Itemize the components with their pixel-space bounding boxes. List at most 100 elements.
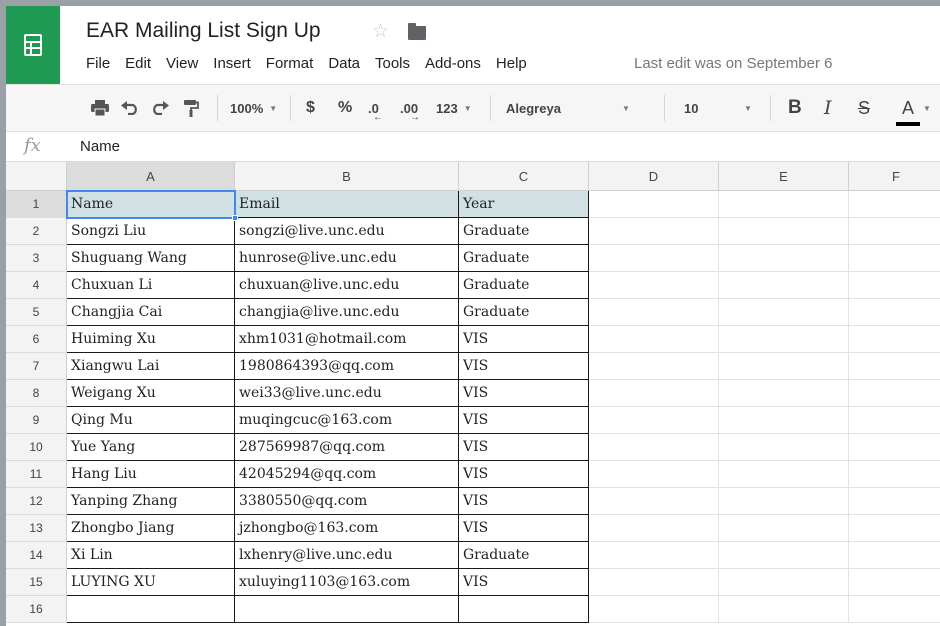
cell-a9[interactable]: Qing Mu bbox=[67, 407, 235, 434]
cell-f4[interactable] bbox=[849, 272, 940, 299]
cell-e12[interactable] bbox=[719, 488, 849, 515]
decrease-decimal-button[interactable]: .0 ← bbox=[368, 85, 383, 131]
column-header-c[interactable]: C bbox=[459, 162, 589, 191]
cell-c9[interactable]: VIS bbox=[459, 407, 589, 434]
cell-a10[interactable]: Yue Yang bbox=[67, 434, 235, 461]
cell-e2[interactable] bbox=[719, 218, 849, 245]
cell-f6[interactable] bbox=[849, 326, 940, 353]
cell-b5[interactable]: changjia@live.unc.edu bbox=[235, 299, 459, 326]
cell-e11[interactable] bbox=[719, 461, 849, 488]
cell-b13[interactable]: jzhongbo@163.com bbox=[235, 515, 459, 542]
currency-format-button[interactable]: $ bbox=[306, 85, 315, 131]
cell-f1[interactable] bbox=[849, 191, 940, 218]
cell-e10[interactable] bbox=[719, 434, 849, 461]
row-header-3[interactable]: 3 bbox=[6, 245, 67, 272]
cell-d11[interactable] bbox=[589, 461, 719, 488]
cell-a13[interactable]: Zhongbo Jiang bbox=[67, 515, 235, 542]
print-icon[interactable] bbox=[90, 85, 110, 131]
cell-a4[interactable]: Chuxuan Li bbox=[67, 272, 235, 299]
row-header-13[interactable]: 13 bbox=[6, 515, 67, 542]
cell-d14[interactable] bbox=[589, 542, 719, 569]
formula-input[interactable]: Name bbox=[80, 138, 120, 155]
cell-e6[interactable] bbox=[719, 326, 849, 353]
document-title[interactable]: EAR Mailing List Sign Up bbox=[86, 19, 321, 43]
row-header-6[interactable]: 6 bbox=[6, 326, 67, 353]
cell-d3[interactable] bbox=[589, 245, 719, 272]
cell-b2[interactable]: songzi@live.unc.edu bbox=[235, 218, 459, 245]
row-header-5[interactable]: 5 bbox=[6, 299, 67, 326]
row-header-15[interactable]: 15 bbox=[6, 569, 67, 596]
cell-e7[interactable] bbox=[719, 353, 849, 380]
cell-d16[interactable] bbox=[589, 596, 719, 623]
cell-a16[interactable] bbox=[67, 596, 235, 623]
menu-file[interactable]: File bbox=[86, 55, 110, 75]
cell-b16[interactable] bbox=[235, 596, 459, 623]
cell-e8[interactable] bbox=[719, 380, 849, 407]
menu-tools[interactable]: Tools bbox=[375, 55, 410, 75]
cell-f11[interactable] bbox=[849, 461, 940, 488]
cell-a15[interactable]: LUYING XU bbox=[67, 569, 235, 596]
font-family-select[interactable]: Alegreya ▼ bbox=[506, 85, 646, 131]
cell-e9[interactable] bbox=[719, 407, 849, 434]
cell-f14[interactable] bbox=[849, 542, 940, 569]
menu-data[interactable]: Data bbox=[328, 55, 360, 75]
cell-d9[interactable] bbox=[589, 407, 719, 434]
fill-handle[interactable] bbox=[232, 215, 238, 221]
row-header-4[interactable]: 4 bbox=[6, 272, 67, 299]
cell-f3[interactable] bbox=[849, 245, 940, 272]
cell-f7[interactable] bbox=[849, 353, 940, 380]
cell-b9[interactable]: muqingcuc@163.com bbox=[235, 407, 459, 434]
italic-button[interactable]: I bbox=[824, 85, 832, 131]
menu-insert[interactable]: Insert bbox=[213, 55, 251, 75]
cell-b3[interactable]: hunrose@live.unc.edu bbox=[235, 245, 459, 272]
cell-d7[interactable] bbox=[589, 353, 719, 380]
cell-c2[interactable]: Graduate bbox=[459, 218, 589, 245]
undo-icon[interactable] bbox=[120, 85, 140, 131]
cell-a12[interactable]: Yanping Zhang bbox=[67, 488, 235, 515]
folder-icon[interactable] bbox=[408, 23, 426, 40]
redo-icon[interactable] bbox=[150, 85, 170, 131]
cell-e5[interactable] bbox=[719, 299, 849, 326]
cell-d15[interactable] bbox=[589, 569, 719, 596]
cell-a1[interactable]: Name bbox=[67, 191, 235, 218]
cell-f8[interactable] bbox=[849, 380, 940, 407]
cell-b15[interactable]: xuluying1103@163.com bbox=[235, 569, 459, 596]
row-header-7[interactable]: 7 bbox=[6, 353, 67, 380]
paint-format-icon[interactable] bbox=[182, 85, 200, 131]
cell-c13[interactable]: VIS bbox=[459, 515, 589, 542]
row-header-16[interactable]: 16 bbox=[6, 596, 67, 623]
last-edit-status[interactable]: Last edit was on September 6 bbox=[634, 55, 832, 72]
cell-d5[interactable] bbox=[589, 299, 719, 326]
cell-c8[interactable]: VIS bbox=[459, 380, 589, 407]
more-formats-select[interactable]: 123 ▼ bbox=[436, 85, 472, 131]
cell-d13[interactable] bbox=[589, 515, 719, 542]
increase-decimal-button[interactable]: .00 → bbox=[400, 85, 420, 131]
cell-b12[interactable]: 3380550@qq.com bbox=[235, 488, 459, 515]
cell-c11[interactable]: VIS bbox=[459, 461, 589, 488]
cell-f15[interactable] bbox=[849, 569, 940, 596]
cell-a8[interactable]: Weigang Xu bbox=[67, 380, 235, 407]
cell-c4[interactable]: Graduate bbox=[459, 272, 589, 299]
row-header-10[interactable]: 10 bbox=[6, 434, 67, 461]
cell-a3[interactable]: Shuguang Wang bbox=[67, 245, 235, 272]
cell-e16[interactable] bbox=[719, 596, 849, 623]
cell-a5[interactable]: Changjia Cai bbox=[67, 299, 235, 326]
cell-f12[interactable] bbox=[849, 488, 940, 515]
column-header-f[interactable]: F bbox=[849, 162, 940, 191]
cell-d4[interactable] bbox=[589, 272, 719, 299]
cell-d8[interactable] bbox=[589, 380, 719, 407]
cell-e14[interactable] bbox=[719, 542, 849, 569]
cell-c1[interactable]: Year bbox=[459, 191, 589, 218]
strikethrough-button[interactable]: S bbox=[858, 85, 870, 131]
cell-b11[interactable]: 42045294@qq.com bbox=[235, 461, 459, 488]
cell-a6[interactable]: Huiming Xu bbox=[67, 326, 235, 353]
cell-f16[interactable] bbox=[849, 596, 940, 623]
cell-b1[interactable]: Email bbox=[235, 191, 459, 218]
cell-c12[interactable]: VIS bbox=[459, 488, 589, 515]
cell-d12[interactable] bbox=[589, 488, 719, 515]
row-header-14[interactable]: 14 bbox=[6, 542, 67, 569]
cell-e13[interactable] bbox=[719, 515, 849, 542]
column-header-a[interactable]: A bbox=[67, 162, 235, 191]
cell-d1[interactable] bbox=[589, 191, 719, 218]
cell-f10[interactable] bbox=[849, 434, 940, 461]
